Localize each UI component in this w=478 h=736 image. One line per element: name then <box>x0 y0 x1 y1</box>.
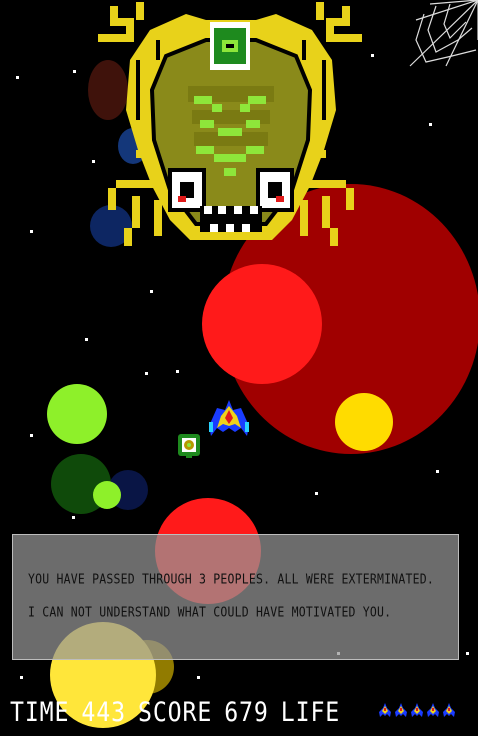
red-orb <box>202 264 322 384</box>
game-field: YOU HAVE PASSED THROUGH 3 PEOPLES. ALL W… <box>0 0 478 736</box>
star <box>150 290 153 293</box>
star <box>20 676 23 679</box>
star <box>371 54 374 57</box>
star <box>85 338 88 341</box>
life-ship-icon <box>443 703 455 717</box>
score-label: SCORE <box>137 697 213 728</box>
yellow-orb <box>335 393 393 451</box>
star <box>429 123 432 126</box>
life-ship-icon <box>379 703 391 717</box>
green-orb <box>47 384 107 444</box>
player-ship-icon[interactable] <box>207 398 251 438</box>
score-value: 679 <box>224 697 269 728</box>
star <box>466 652 469 655</box>
time-label: TIME <box>10 697 70 728</box>
life-ship-icon <box>395 703 407 717</box>
small-green-orb <box>93 481 121 509</box>
star <box>72 516 75 519</box>
spiderweb-icon <box>409 0 478 67</box>
star <box>315 492 318 495</box>
star <box>436 470 439 473</box>
boss-alien-icon <box>98 2 362 246</box>
item-capsule-icon[interactable] <box>176 432 202 460</box>
life-ship-icon <box>411 703 423 717</box>
time-value: 443 <box>81 697 126 728</box>
life-label: LIFE <box>280 697 341 728</box>
hud-bar: TIME 443 SCORE 679 LIFE <box>10 696 352 730</box>
star <box>176 370 179 373</box>
life-ship-icon <box>427 703 439 717</box>
star <box>92 160 95 163</box>
star <box>145 372 148 375</box>
dialog-line-1: YOU HAVE PASSED THROUGH 3 PEOPLES. ALL W… <box>28 570 435 588</box>
star <box>16 76 19 79</box>
star <box>30 230 33 233</box>
star <box>73 70 76 73</box>
message-dialog: YOU HAVE PASSED THROUGH 3 PEOPLES. ALL W… <box>12 534 459 660</box>
dialog-line-2: I CAN NOT UNDERSTAND WHAT COULD HAVE MOT… <box>28 603 392 621</box>
star <box>30 434 33 437</box>
star <box>197 676 200 679</box>
